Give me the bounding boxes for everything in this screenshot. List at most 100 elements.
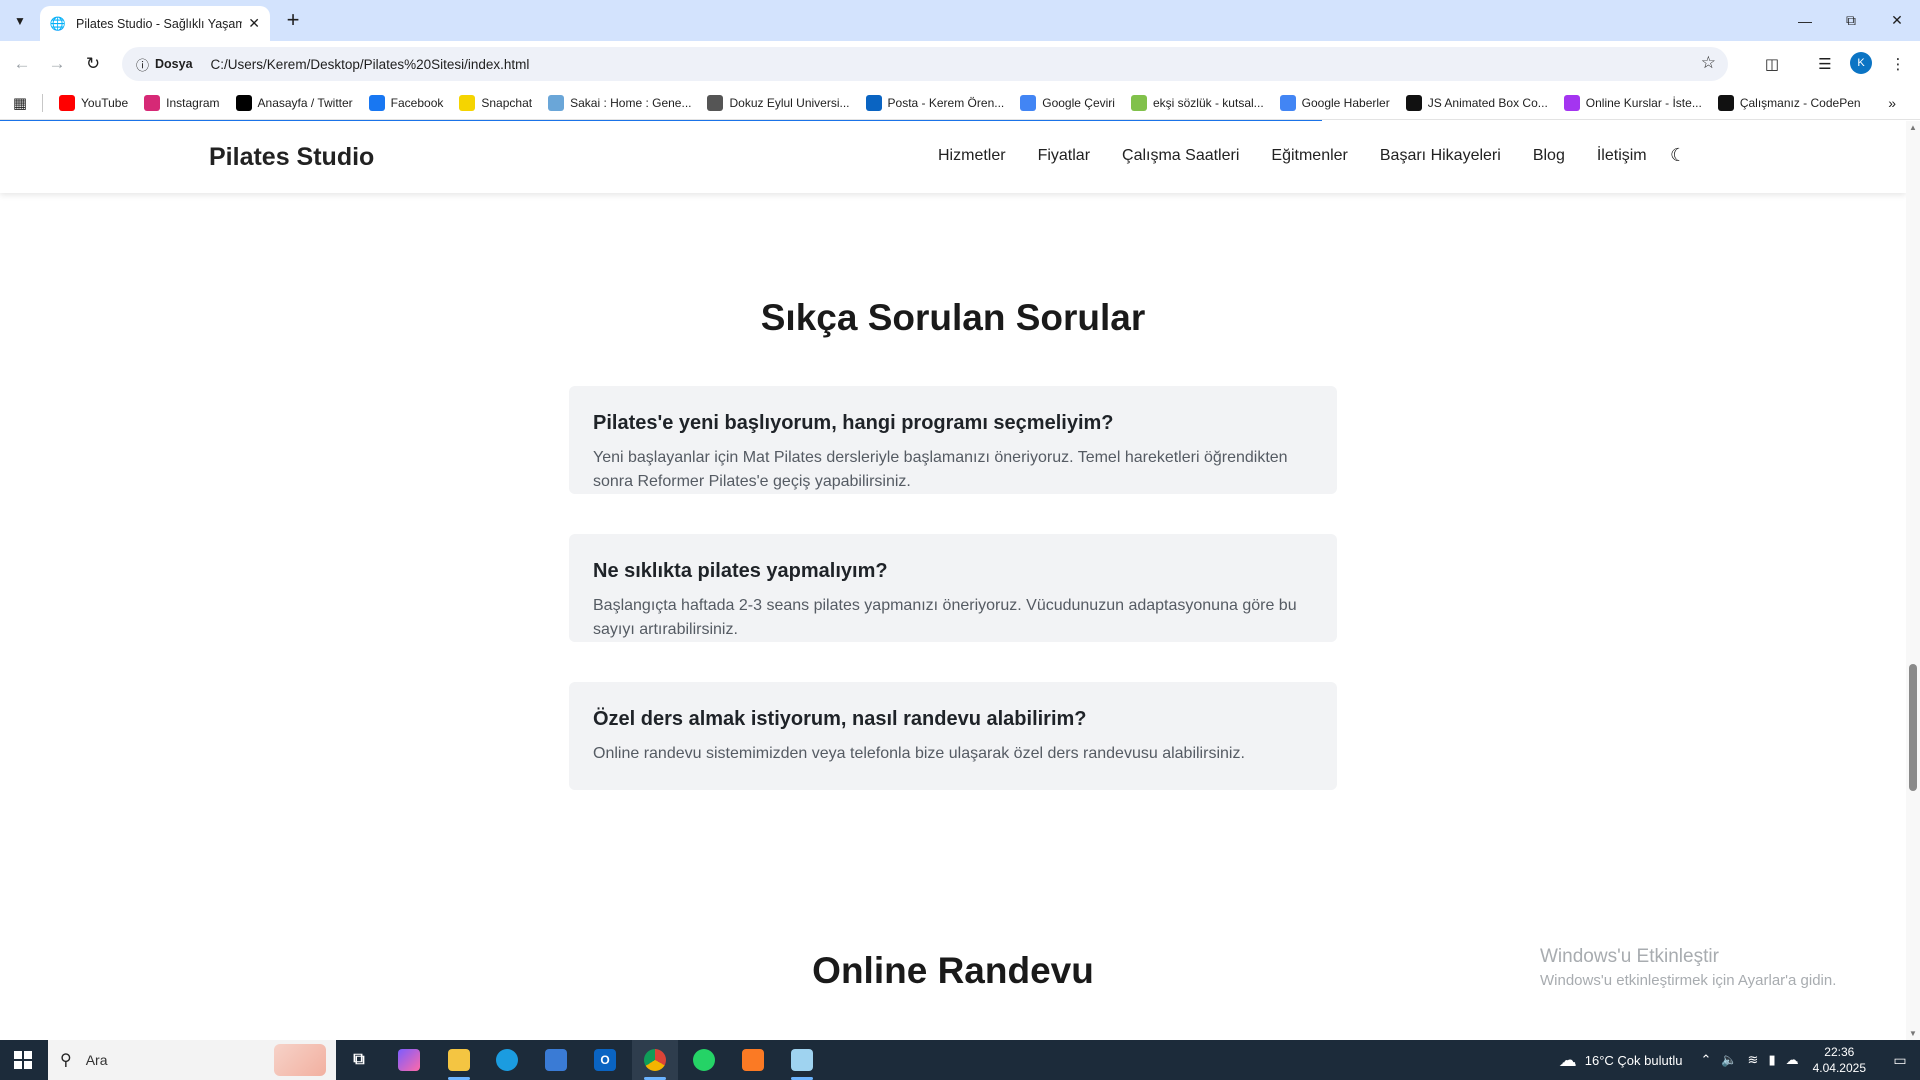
bookmark-item[interactable]: YouTube	[51, 90, 136, 116]
weather-text: 16°C Çok bulutlu	[1584, 1052, 1683, 1068]
site-chip-label: Dosya	[155, 57, 193, 71]
xampp-app[interactable]	[730, 1040, 776, 1080]
windows-logo-icon	[14, 1051, 32, 1069]
browser-toolbar: ← → ↻ ⓘ Dosya C:/Users/Kerem/Desktop/Pil…	[0, 41, 1920, 87]
extensions-puzzle-icon[interactable]: ◫	[1759, 51, 1785, 77]
restore-icon[interactable]: ⧉	[1828, 0, 1874, 41]
battery-icon[interactable]: ▮	[1768, 1052, 1775, 1068]
tab-search-chevron-icon[interactable]: ▼	[8, 9, 32, 33]
bookmark-item[interactable]: Google Haberler	[1272, 90, 1398, 116]
profile-avatar[interactable]: K	[1850, 52, 1872, 74]
bookmark-item[interactable]: Anasayfa / Twitter	[228, 90, 361, 116]
address-bar[interactable]: ⓘ Dosya C:/Users/Kerem/Desktop/Pilates%2…	[122, 47, 1728, 81]
onedrive-cloud-icon[interactable]: ☁	[1786, 1052, 1799, 1068]
bookmark-label: Online Kurslar - İste...	[1585, 96, 1702, 110]
file-explorer-app[interactable]	[436, 1040, 482, 1080]
faq-answer: Yeni başlayanlar için Mat Pilates dersle…	[593, 449, 1288, 490]
close-window-icon[interactable]: ✕	[1874, 0, 1920, 41]
chrome-app[interactable]	[632, 1040, 678, 1080]
nav-link-fiyatlar[interactable]: Fiyatlar	[1038, 147, 1090, 165]
forward-arrow-icon[interactable]: →	[44, 51, 70, 77]
nav-link-calisma-saatleri[interactable]: Çalışma Saatleri	[1122, 147, 1239, 165]
bookmark-item[interactable]: Posta - Kerem Ören...	[858, 90, 1013, 116]
nav-link-hizmetler[interactable]: Hizmetler	[938, 147, 1006, 165]
bookmark-item[interactable]: JS Animated Box Co...	[1398, 90, 1556, 116]
bookmark-item[interactable]: Snapchat	[451, 90, 540, 116]
scroll-down-arrow-icon[interactable]: ▼	[1908, 1029, 1918, 1038]
start-button[interactable]	[0, 1040, 46, 1080]
notification-center-icon[interactable]: ▭	[1880, 1040, 1920, 1080]
nav-link-basari-hikayeleri[interactable]: Başarı Hikayeleri	[1380, 147, 1501, 165]
sakai-icon	[548, 95, 565, 111]
bookmark-label: Instagram	[166, 96, 220, 110]
faq-item[interactable]: Ne sıklıkta pilates yapmalıyım? Başlangı…	[569, 534, 1337, 642]
taskbar-clock[interactable]: 22:36 4.04.2025	[1813, 1044, 1866, 1076]
bookmarks-bar: ▦ YouTube Instagram Anasayfa / Twitter Face…	[0, 87, 1920, 120]
store-app[interactable]	[533, 1040, 579, 1080]
media-control-icon[interactable]: ☰	[1812, 51, 1838, 77]
new-tab-button[interactable]: +	[280, 8, 306, 34]
page-scrollbar[interactable]: ▲ ▼	[1906, 121, 1920, 1040]
site-logo[interactable]: Pilates Studio	[209, 143, 374, 172]
close-tab-icon[interactable]: ✕	[248, 15, 260, 32]
nav-link-egitmenler[interactable]: Eğitmenler	[1271, 147, 1347, 165]
show-hidden-icons-chevron-icon[interactable]: ⌃	[1700, 1052, 1711, 1068]
bookmark-item[interactable]: Çalışmanız - CodePen	[1710, 90, 1869, 116]
activation-title: Windows'u Etkinleştir	[1540, 946, 1719, 967]
apps-grid-icon[interactable]: ▦	[0, 94, 40, 112]
eksi-icon	[1130, 95, 1147, 111]
tab-title: Pilates Studio - Sağlıklı Yaşamın	[76, 16, 243, 31]
site-info-chip[interactable]: ⓘ Dosya	[128, 51, 201, 77]
wifi-icon[interactable]: ≋	[1748, 1052, 1759, 1068]
xampp-icon	[742, 1049, 764, 1071]
bookmark-star-icon[interactable]: ☆	[1701, 53, 1716, 73]
browser-tab-active[interactable]: 🌐 Pilates Studio - Sağlıklı Yaşamın ✕	[40, 6, 270, 41]
volume-icon[interactable]: 🔈	[1721, 1052, 1737, 1068]
facebook-icon	[368, 95, 385, 111]
url-text[interactable]: C:/Users/Kerem/Desktop/Pilates%20Sitesi/…	[211, 57, 530, 72]
faq-item[interactable]: Özel ders almak istiyorum, nasıl randevu…	[569, 682, 1337, 790]
menu-kebab-icon[interactable]: ⋮	[1885, 51, 1911, 77]
bookmark-item[interactable]: Facebook	[361, 90, 452, 116]
copilot-icon	[398, 1049, 420, 1071]
folder-icon	[448, 1049, 470, 1071]
outlook-icon	[865, 95, 882, 111]
copilot-app[interactable]	[386, 1040, 432, 1080]
edge-app[interactable]	[484, 1040, 530, 1080]
back-arrow-icon[interactable]: ←	[9, 51, 35, 77]
windows-activation-watermark: Windows'u Etkinleştir Windows'u etkinleş…	[1540, 946, 1836, 989]
bookmark-item[interactable]: Sakai : Home : Gene...	[540, 90, 699, 116]
store-icon	[545, 1049, 567, 1071]
bookmark-item[interactable]: ekşi sözlük - kutsal...	[1123, 90, 1272, 116]
bookmark-label: Posta - Kerem Ören...	[887, 96, 1005, 110]
notepad-app[interactable]	[779, 1040, 825, 1080]
reload-icon[interactable]: ↻	[80, 51, 106, 77]
minimize-icon[interactable]: —	[1782, 0, 1828, 41]
bookmark-item[interactable]: Online Kurslar - İste...	[1556, 90, 1710, 116]
nav-link-blog[interactable]: Blog	[1533, 147, 1565, 165]
nav-link-iletisim[interactable]: İletişim	[1597, 147, 1647, 165]
more-bookmarks-chevron-icon[interactable]: »	[1888, 95, 1896, 111]
faq-answer: Online randevu sistemimizden veya telefo…	[593, 745, 1245, 762]
outlook-app[interactable]: O	[582, 1040, 628, 1080]
task-view-app[interactable]: ⧉	[336, 1040, 382, 1080]
scroll-up-arrow-icon[interactable]: ▲	[1908, 123, 1918, 132]
taskbar-search-box[interactable]: ⚲ Ara	[48, 1040, 336, 1080]
weather-widget[interactable]: ☁ 16°C Çok bulutlu	[1559, 1050, 1683, 1071]
bookmark-label: Dokuz Eylul Universi...	[729, 96, 850, 110]
task-view-icon: ⧉	[353, 1051, 365, 1068]
whatsapp-app[interactable]	[681, 1040, 727, 1080]
news-icon	[1279, 95, 1296, 111]
faq-question: Ne sıklıkta pilates yapmalıyım?	[593, 560, 888, 582]
scrollbar-thumb[interactable]	[1909, 664, 1917, 791]
bookmark-item[interactable]: Instagram	[136, 90, 227, 116]
dark-mode-moon-icon[interactable]: ☾	[1670, 145, 1686, 166]
translate-icon	[1020, 95, 1037, 111]
whatsapp-icon	[693, 1049, 715, 1071]
instagram-icon	[144, 95, 161, 111]
bookmark-item[interactable]: Google Çeviri	[1012, 90, 1123, 116]
bookmark-item[interactable]: Dokuz Eylul Universi...	[699, 90, 857, 116]
bookmark-label: JS Animated Box Co...	[1427, 96, 1548, 110]
faq-item[interactable]: Pilates'e yeni başlıyorum, hangi program…	[569, 386, 1337, 494]
globe-icon: 🌐	[49, 15, 67, 31]
